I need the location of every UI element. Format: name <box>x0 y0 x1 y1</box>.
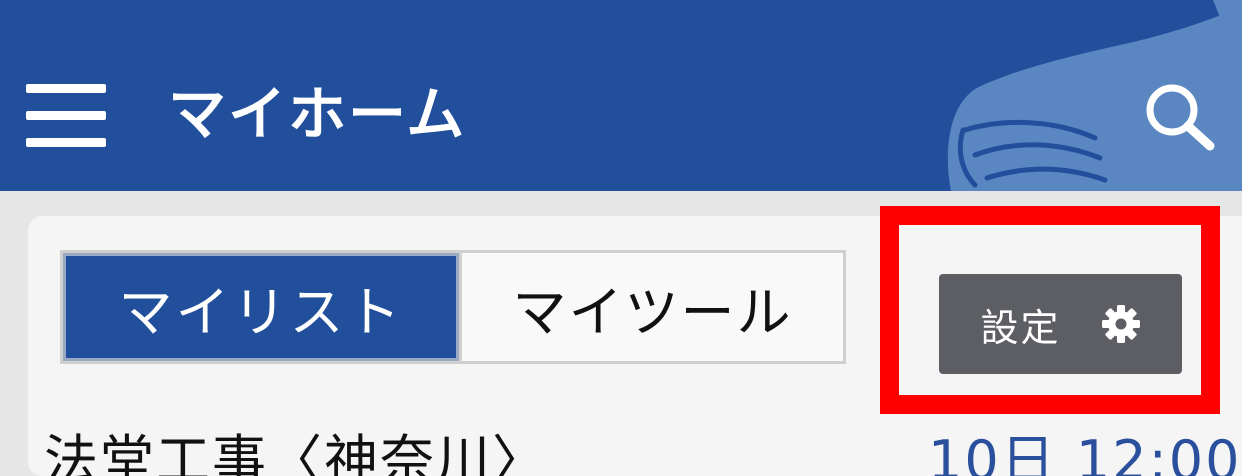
list-item-time: 10日 12:00 <box>928 429 1242 476</box>
content-card: マイリスト マイツール 設定 法堂工事〈神奈川〉 10日 12:00 <box>28 216 1242 476</box>
menu-button[interactable] <box>26 84 106 148</box>
settings-label: 設定 <box>980 305 1061 350</box>
settings-button[interactable]: 設定 <box>939 274 1182 374</box>
gear-icon <box>1101 305 1140 343</box>
search-button[interactable] <box>1140 80 1220 152</box>
tab-group: マイリスト マイツール <box>60 250 846 364</box>
tab-mylist[interactable]: マイリスト <box>63 253 459 361</box>
app-header: マイホーム <box>0 0 1242 191</box>
search-icon <box>1146 84 1215 151</box>
list-item-title[interactable]: 法堂工事〈神奈川〉 <box>44 416 548 476</box>
tab-mytools[interactable]: マイツール <box>459 253 843 361</box>
page-title: マイホーム <box>168 80 467 148</box>
